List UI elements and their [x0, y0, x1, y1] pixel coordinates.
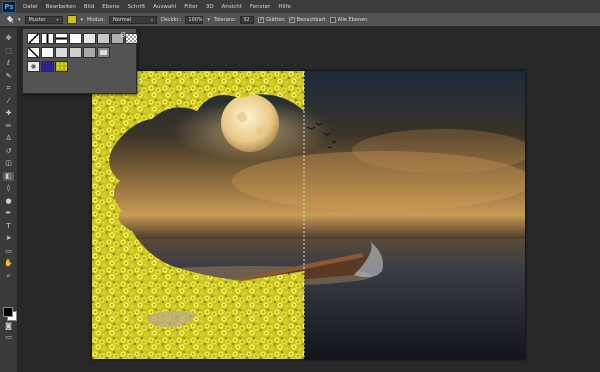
- screen-mode-icon[interactable]: ▭: [3, 333, 14, 342]
- photoshop-logo: Ps: [2, 0, 16, 13]
- lasso-icon[interactable]: ℓ: [3, 59, 14, 68]
- anti-alias-check-icon: ✓: [258, 16, 265, 23]
- all-layers-check-icon: [329, 16, 336, 23]
- mode-dropdown[interactable]: Normal ▾: [109, 15, 158, 24]
- menu-ansicht[interactable]: Ansicht: [218, 4, 246, 10]
- path-select-icon[interactable]: ➤: [3, 234, 14, 243]
- document-canvas[interactable]: [92, 71, 525, 359]
- hand-icon[interactable]: ✋: [3, 259, 14, 268]
- brush-icon[interactable]: ✏: [3, 122, 14, 131]
- move-icon[interactable]: ✥: [3, 34, 14, 43]
- marquee-icon[interactable]: ⬚: [3, 47, 14, 56]
- pattern-picker-panel: ⚙: [22, 28, 138, 94]
- tolerance-field[interactable]: 32: [240, 15, 255, 24]
- contiguous-checkbox[interactable]: ✓ Benachbart: [288, 16, 326, 23]
- pattern-horizontal-bar[interactable]: [55, 33, 68, 44]
- menu-bar: Ps Datei Bearbeiten Bild Ebene Schrift Auswah…: [0, 0, 600, 13]
- rectangle-icon[interactable]: ▭: [3, 247, 14, 256]
- opacity-field[interactable]: 100%: [185, 15, 204, 24]
- tool-preset-caret-icon[interactable]: ▾: [18, 17, 21, 23]
- pattern-white-2[interactable]: [41, 47, 54, 58]
- zoom-icon[interactable]: ⌕: [3, 272, 14, 281]
- menu-fenster[interactable]: Fenster: [246, 4, 274, 10]
- menu-ebene[interactable]: Ebene: [98, 4, 123, 10]
- pattern-swatch[interactable]: [66, 15, 77, 24]
- pattern-gray[interactable]: [97, 33, 110, 44]
- history-brush-icon[interactable]: ↺: [3, 147, 14, 156]
- menu-hilfe[interactable]: Hilfe: [274, 4, 295, 10]
- pattern-gray-2[interactable]: [83, 47, 96, 58]
- tools-panel: ✥ ⬚ ℓ ✎ ⌗ ⁄ ✚ ✏ ♙ ↺ ◫ ◧ ◊ ● ✒ T ➤ ▭ ✋ ⌕ ◙ ▭: [0, 28, 18, 372]
- contiguous-label: Benachbart: [296, 16, 326, 23]
- menu-filter[interactable]: Filter: [180, 4, 202, 10]
- contiguous-check-icon: ✓: [288, 16, 295, 23]
- fill-source-value: Muster: [28, 16, 46, 23]
- foreground-color-swatch[interactable]: [3, 307, 13, 317]
- menu-schrift[interactable]: Schrift: [123, 4, 149, 10]
- menu-bearbeiten[interactable]: Bearbeiten: [42, 4, 80, 10]
- crop-icon[interactable]: ⌗: [3, 84, 14, 93]
- pattern-blue-texture[interactable]: [41, 61, 54, 72]
- opacity-label: Deckkr.:: [161, 16, 182, 23]
- pen-icon[interactable]: ✒: [3, 209, 14, 218]
- pattern-silver[interactable]: [69, 47, 82, 58]
- options-bar: ▾ Muster ▾ ▾ Modus: Normal ▾ Deckkr.: 100%…: [0, 13, 600, 27]
- menu-bild[interactable]: Bild: [80, 4, 98, 10]
- all-layers-label: Alle Ebenen: [337, 16, 368, 23]
- clone-stamp-icon[interactable]: ♙: [3, 134, 14, 143]
- dodge-icon[interactable]: ●: [3, 197, 14, 206]
- anti-alias-label: Glätten: [266, 16, 285, 23]
- anti-alias-checkbox[interactable]: ✓ Glätten: [258, 16, 285, 23]
- pattern-gear-pattern[interactable]: [27, 61, 40, 72]
- eyedropper-icon[interactable]: ⁄: [3, 97, 14, 106]
- pattern-vertical-bar[interactable]: [41, 33, 54, 44]
- document-image: [92, 71, 525, 359]
- pattern-frame[interactable]: [97, 47, 110, 58]
- menu-items: Datei Bearbeiten Bild Ebene Schrift Auswahl Fi…: [19, 4, 295, 10]
- quick-select-icon[interactable]: ✎: [3, 72, 14, 81]
- healing-brush-icon[interactable]: ✚: [3, 109, 14, 118]
- menu-auswahl[interactable]: Auswahl: [149, 4, 180, 10]
- pattern-light-gray-2[interactable]: [55, 47, 68, 58]
- pattern-checker[interactable]: [125, 33, 138, 44]
- pattern-caret-icon[interactable]: ▾: [81, 17, 84, 23]
- blur-icon[interactable]: ◊: [3, 184, 14, 193]
- quick-mask-icon[interactable]: ◙: [3, 322, 14, 331]
- mode-value: Normal: [113, 16, 132, 23]
- paint-bucket-icon[interactable]: ◧: [3, 171, 14, 181]
- menu-datei[interactable]: Datei: [19, 4, 42, 10]
- fill-source-dropdown[interactable]: Muster ▾: [24, 15, 63, 24]
- tolerance-label: Toleranz:: [213, 16, 237, 23]
- pattern-diagonal-stroke-2[interactable]: [27, 47, 40, 58]
- mode-label: Modus:: [87, 16, 106, 23]
- all-layers-checkbox[interactable]: Alle Ebenen: [329, 16, 368, 23]
- paint-bucket-icon[interactable]: [4, 15, 14, 25]
- pattern-white[interactable]: [69, 33, 82, 44]
- menu-3d[interactable]: 3D: [202, 4, 218, 10]
- pattern-yellow-flowers[interactable]: [55, 61, 68, 72]
- opacity-caret-icon[interactable]: ▾: [207, 17, 210, 23]
- pattern-light-gray[interactable]: [83, 33, 96, 44]
- gear-icon[interactable]: ⚙: [120, 31, 126, 39]
- pattern-diagonal-stroke[interactable]: [27, 33, 40, 44]
- eraser-icon[interactable]: ◫: [3, 159, 14, 168]
- type-icon[interactable]: T: [3, 222, 14, 231]
